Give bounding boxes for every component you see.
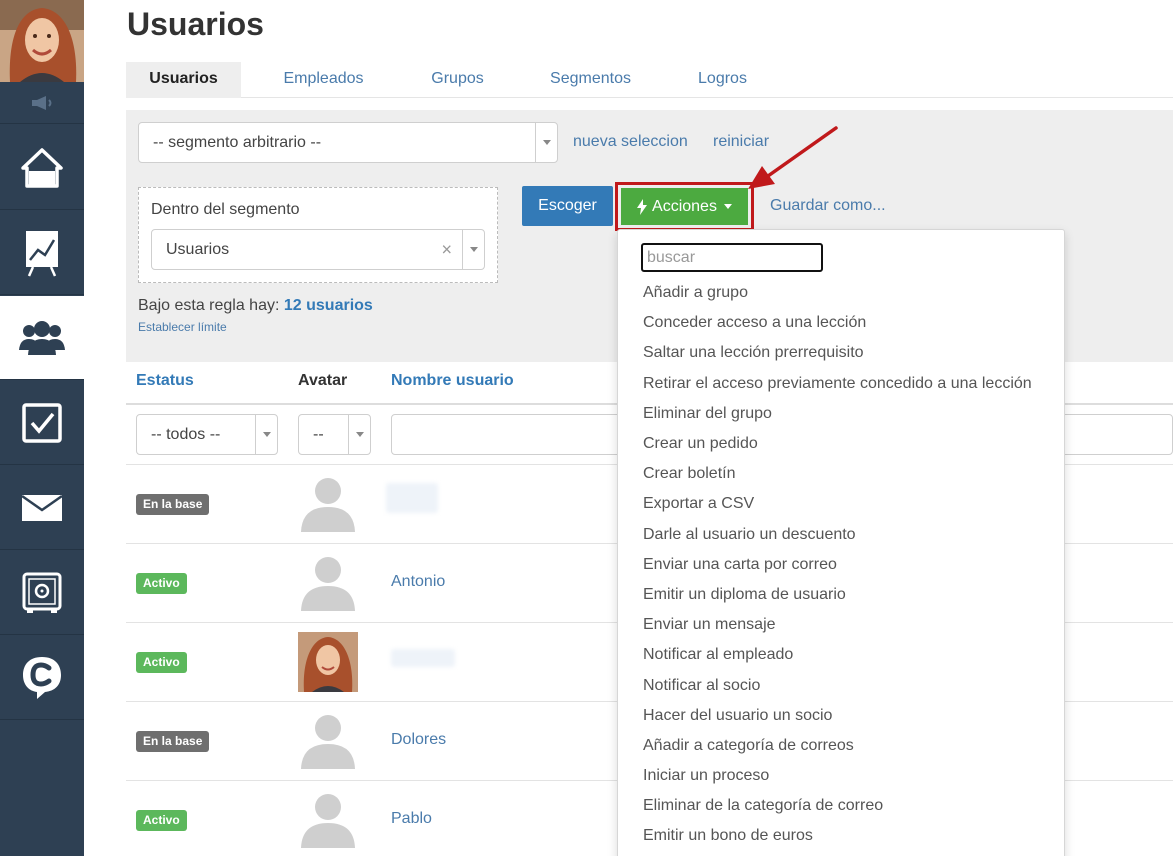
sidebar-item-tasks[interactable]	[0, 381, 84, 465]
status-badge: En la base	[136, 731, 210, 752]
actions-button[interactable]: Acciones	[621, 188, 748, 225]
tab-usuarios[interactable]: Usuarios	[126, 62, 241, 98]
tab-empleados[interactable]: Empleados	[266, 62, 381, 98]
tab-logros[interactable]: Logros	[665, 62, 780, 98]
menu-item[interactable]: Añadir a grupo	[643, 284, 748, 302]
menu-item[interactable]: Conceder acceso a una lección	[643, 314, 866, 332]
checkbox-icon	[22, 402, 62, 443]
blurred-username	[391, 649, 455, 667]
avatar-filter[interactable]: --	[298, 414, 371, 455]
menu-item[interactable]: Emitir un diploma de usuario	[643, 586, 846, 604]
chart-board-icon	[26, 230, 58, 277]
default-avatar-icon	[301, 557, 355, 611]
actions-button-label: Acciones	[652, 197, 717, 215]
column-username[interactable]: Nombre usuario	[391, 372, 514, 390]
chevron-down-icon	[348, 415, 370, 454]
status-badge: Activo	[136, 652, 187, 673]
save-as-link[interactable]: Guardar como...	[770, 197, 886, 215]
username-link[interactable]: Antonio	[391, 573, 445, 591]
sidebar	[0, 0, 84, 856]
sidebar-item-safe[interactable]	[0, 551, 84, 635]
menu-item[interactable]: Emitir un bono de euros	[643, 827, 813, 845]
profile-avatar[interactable]	[0, 0, 84, 82]
status-filter-value: -- todos --	[151, 425, 221, 443]
status-badge: Activo	[136, 810, 187, 831]
username-link[interactable]: Dolores	[391, 731, 446, 749]
default-avatar-icon	[301, 478, 355, 532]
menu-item[interactable]: Eliminar del grupo	[643, 405, 772, 423]
actions-button-highlight: Acciones	[615, 182, 754, 231]
blurred-username	[386, 483, 438, 513]
menu-item[interactable]: Retirar el acceso previamente concedido …	[643, 375, 1032, 393]
safe-icon	[22, 572, 62, 613]
menu-item[interactable]: Enviar una carta por correo	[643, 556, 837, 574]
users-icon	[19, 320, 65, 355]
within-segment-select[interactable]: Usuarios ×	[151, 229, 485, 270]
caret-down-icon	[723, 204, 732, 209]
status-badge: En la base	[136, 494, 210, 515]
chat-c-icon	[23, 656, 61, 699]
status-badge: Activo	[136, 573, 187, 594]
menu-item[interactable]: Saltar una lección prerrequisito	[643, 344, 864, 362]
status-filter[interactable]: -- todos --	[136, 414, 278, 455]
sidebar-item-chat[interactable]	[0, 636, 84, 720]
menu-item[interactable]: Iniciar un proceso	[643, 767, 769, 785]
menu-item[interactable]: Hacer del usuario un socio	[643, 707, 832, 725]
rule-prefix: Bajo esta regla hay:	[138, 297, 284, 314]
within-segment-value: Usuarios	[166, 240, 230, 258]
menu-item[interactable]: Crear boletín	[643, 465, 736, 483]
menu-item[interactable]: Enviar un mensaje	[643, 616, 776, 634]
sidebar-item-home[interactable]	[0, 126, 84, 210]
lightning-icon	[637, 198, 648, 215]
chevron-down-icon	[535, 123, 557, 162]
megaphone-icon	[32, 95, 52, 110]
rule-count-link[interactable]: 12 usuarios	[284, 297, 373, 314]
menu-item[interactable]: Notificar al empleado	[643, 646, 793, 664]
column-status[interactable]: Estatus	[136, 372, 194, 390]
chevron-down-icon	[462, 230, 484, 269]
page-title: Usuarios	[127, 6, 264, 42]
user-photo	[298, 632, 358, 692]
sidebar-item-analytics[interactable]	[0, 211, 84, 295]
within-segment-label: Dentro del segmento	[151, 201, 300, 218]
menu-item[interactable]: Darle al usuario un descuento	[643, 526, 856, 544]
username-link[interactable]: Pablo	[391, 810, 432, 828]
home-icon	[21, 147, 63, 188]
column-avatar: Avatar	[298, 372, 348, 389]
avatar-filter-value: --	[313, 425, 324, 443]
sidebar-item-mail[interactable]	[0, 466, 84, 550]
choose-button[interactable]: Escoger	[522, 186, 613, 226]
default-avatar-icon	[301, 715, 355, 769]
clear-icon[interactable]: ×	[441, 239, 452, 260]
actions-search-input[interactable]	[641, 243, 823, 272]
menu-item[interactable]: Notificar al socio	[643, 677, 760, 695]
new-selection-link[interactable]: nueva seleccion	[573, 133, 688, 151]
sidebar-item-users[interactable]	[0, 296, 84, 380]
segment-select-value: -- segmento arbitrario --	[153, 133, 322, 151]
actions-dropdown: Añadir a grupo Conceder acceso a una lec…	[617, 229, 1065, 856]
chevron-down-icon	[255, 415, 277, 454]
tabs: Usuarios Empleados Grupos Segmentos Logr…	[126, 62, 1173, 98]
menu-item[interactable]: Crear un pedido	[643, 435, 758, 453]
set-limit-link[interactable]: Establecer límite	[138, 320, 227, 334]
menu-item[interactable]: Exportar a CSV	[643, 495, 754, 513]
tab-segmentos[interactable]: Segmentos	[533, 62, 648, 98]
envelope-icon	[21, 494, 63, 521]
sidebar-toggle[interactable]	[0, 82, 84, 124]
rule-summary: Bajo esta regla hay: 12 usuarios	[138, 297, 373, 315]
menu-item[interactable]: Añadir a categoría de correos	[643, 737, 854, 755]
segment-select[interactable]: -- segmento arbitrario --	[138, 122, 558, 163]
default-avatar-icon	[301, 794, 355, 848]
reset-link[interactable]: reiniciar	[713, 133, 769, 151]
menu-item[interactable]: Eliminar de la categoría de correo	[643, 797, 883, 815]
tab-grupos[interactable]: Grupos	[400, 62, 515, 98]
